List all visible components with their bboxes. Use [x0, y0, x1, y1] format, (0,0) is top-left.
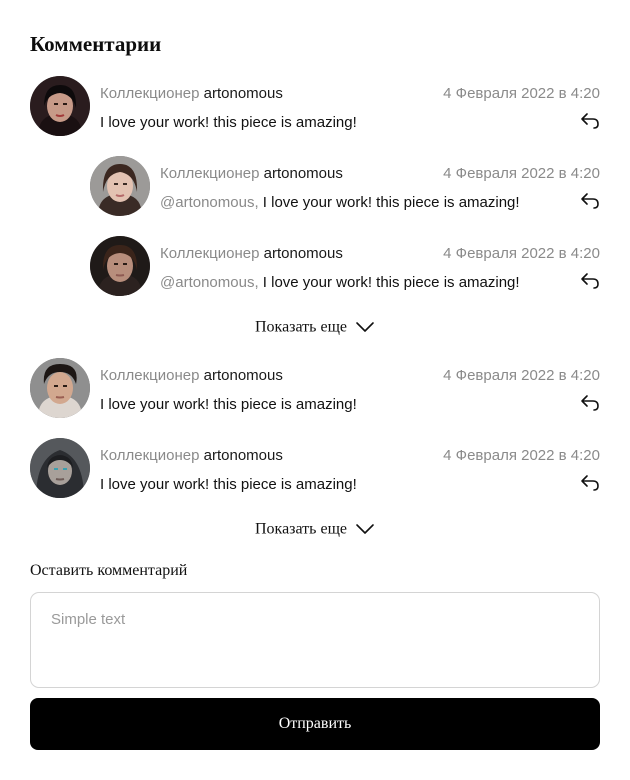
comment-text: I love your work! this piece is amazing!: [100, 476, 357, 493]
reply-arrow-icon: [581, 395, 599, 411]
comment-reply-item: Коллекционер artonomous 4 Февраля 2022 в…: [0, 156, 630, 218]
show-more-button[interactable]: Показать еще: [0, 318, 630, 336]
reply-arrow-icon: [581, 273, 599, 289]
reply-button[interactable]: [580, 394, 600, 412]
avatar[interactable]: [90, 156, 150, 216]
show-more-label: Показать еще: [254, 318, 347, 336]
reply-button[interactable]: [580, 192, 600, 210]
comment-text: @artonomous, I love your work! this piec…: [160, 274, 520, 291]
comment-username[interactable]: artonomous: [264, 245, 343, 262]
comment-meta: Коллекционер artonomous: [100, 447, 283, 464]
comment-date: 4 Февраля 2022 в 4:20: [443, 165, 600, 182]
comment-mention[interactable]: @artonomous,: [160, 194, 259, 211]
avatar[interactable]: [30, 358, 90, 418]
submit-button[interactable]: Отправить: [30, 698, 600, 750]
comment-username[interactable]: artonomous: [204, 85, 283, 102]
comment-mention[interactable]: @artonomous,: [160, 274, 259, 291]
comment-body: I love your work! this piece is amazing!: [100, 476, 357, 493]
avatar[interactable]: [90, 236, 150, 296]
comment-text: @artonomous, I love your work! this piec…: [160, 194, 520, 211]
comment-text: I love your work! this piece is amazing!: [100, 114, 357, 131]
comment-item: Коллекционер artonomous 4 Февраля 2022 в…: [0, 76, 630, 138]
comment-item: Коллекционер artonomous 4 Февраля 2022 в…: [0, 358, 630, 420]
comment-role: Коллекционер: [160, 165, 260, 182]
comment-body: I love your work! this piece is amazing!: [100, 114, 357, 131]
avatar[interactable]: [30, 438, 90, 498]
comment-date: 4 Февраля 2022 в 4:20: [443, 447, 600, 464]
comment-date: 4 Февраля 2022 в 4:20: [443, 367, 600, 384]
reply-button[interactable]: [580, 112, 600, 130]
chevron-down-icon: [356, 322, 374, 333]
comment-reply-item: Коллекционер artonomous 4 Февраля 2022 в…: [0, 236, 630, 298]
comment-meta: Коллекционер artonomous: [160, 165, 343, 182]
comment-body: I love your work! this piece is amazing!: [262, 274, 520, 291]
reply-arrow-icon: [581, 113, 599, 129]
comment-body: I love your work! this piece is amazing!: [262, 194, 520, 211]
chevron-down-icon: [356, 524, 374, 535]
comment-username[interactable]: artonomous: [264, 165, 343, 182]
avatar[interactable]: [30, 76, 90, 136]
page-title: Комментарии: [30, 32, 162, 56]
comment-meta: Коллекционер artonomous: [100, 85, 283, 102]
comment-date: 4 Февраля 2022 в 4:20: [443, 245, 600, 262]
comment-meta: Коллекционер artonomous: [160, 245, 343, 262]
reply-arrow-icon: [581, 475, 599, 491]
comment-username[interactable]: artonomous: [204, 447, 283, 464]
comment-role: Коллекционер: [100, 367, 200, 384]
reply-button[interactable]: [580, 272, 600, 290]
reply-button[interactable]: [580, 474, 600, 492]
comment-meta: Коллекционер artonomous: [100, 367, 283, 384]
comment-input[interactable]: [30, 592, 600, 688]
comment-username[interactable]: artonomous: [204, 367, 283, 384]
comment-role: Коллекционер: [160, 245, 260, 262]
comment-date: 4 Февраля 2022 в 4:20: [443, 85, 600, 102]
reply-arrow-icon: [581, 193, 599, 209]
comment-text: I love your work! this piece is amazing!: [100, 396, 357, 413]
comment-item: Коллекционер artonomous 4 Февраля 2022 в…: [0, 438, 630, 500]
leave-comment-label: Оставить комментарий: [30, 562, 188, 579]
comment-role: Коллекционер: [100, 447, 200, 464]
show-more-label: Показать еще: [254, 520, 347, 538]
comment-body: I love your work! this piece is amazing!: [100, 396, 357, 413]
comment-role: Коллекционер: [100, 85, 200, 102]
show-more-button[interactable]: Показать еще: [0, 520, 630, 538]
